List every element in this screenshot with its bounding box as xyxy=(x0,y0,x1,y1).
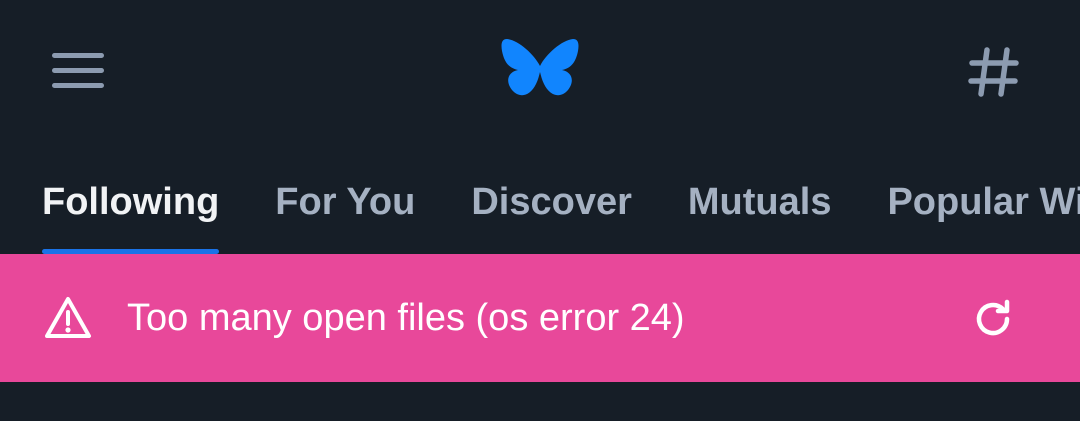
retry-icon xyxy=(976,299,1010,336)
tab-label: Discover xyxy=(471,180,632,223)
top-bar xyxy=(0,0,1080,150)
hamburger-menu-icon xyxy=(52,53,104,88)
menu-button[interactable] xyxy=(38,38,118,104)
app-logo[interactable] xyxy=(500,36,580,108)
butterfly-logo-icon xyxy=(501,39,579,96)
app-screen: Following For You Discover Mutuals Popul… xyxy=(0,0,1080,421)
feed-tabs: Following For You Discover Mutuals Popul… xyxy=(0,150,1080,254)
tab-popular-with-friends[interactable]: Popular With Friends xyxy=(859,150,1080,254)
warning-triangle-icon xyxy=(45,297,91,338)
tab-label: Popular With Friends xyxy=(887,180,1080,223)
tab-following[interactable]: Following xyxy=(0,150,247,254)
tab-label: For You xyxy=(275,180,416,223)
tab-discover[interactable]: Discover xyxy=(443,150,660,254)
tab-mutuals[interactable]: Mutuals xyxy=(660,150,860,254)
tab-for-you[interactable]: For You xyxy=(247,150,443,254)
tab-label: Following xyxy=(42,180,220,223)
error-message: Too many open files (os error 24) xyxy=(127,296,685,339)
feeds-button[interactable] xyxy=(954,36,1034,108)
retry-button[interactable] xyxy=(960,286,1026,352)
error-banner: Too many open files (os error 24) xyxy=(0,254,1080,382)
tab-label: Mutuals xyxy=(687,180,832,223)
hashtag-icon xyxy=(968,47,1019,97)
